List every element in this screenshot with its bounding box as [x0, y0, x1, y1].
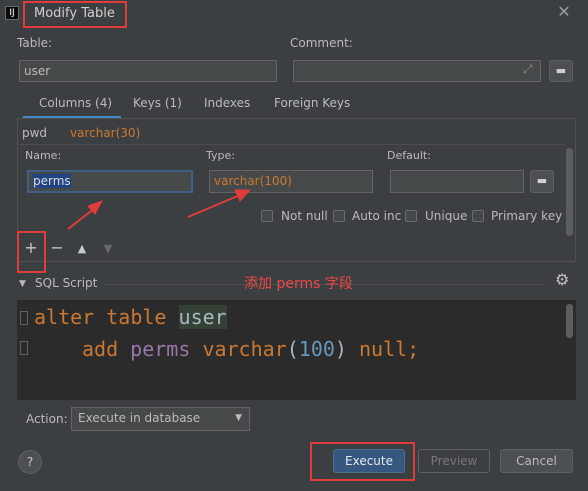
annotation-text: 添加 perms 字段 [244, 276, 353, 292]
annotation-arrows [67, 189, 252, 230]
editor-scrollbar[interactable] [566, 304, 573, 338]
gear-icon[interactable]: ⚙ [555, 270, 569, 289]
chevron-down-icon: ▼ [235, 413, 242, 423]
collapse-icon[interactable]: ▼ [19, 279, 26, 289]
cancel-button[interactable]: Cancel [500, 449, 573, 473]
sql-script-label[interactable]: SQL Script [35, 276, 97, 290]
sql-line-1: alter table user [34, 305, 227, 329]
preview-button[interactable]: Preview [418, 449, 490, 473]
fold-marker-top[interactable] [20, 311, 28, 325]
action-label: Action: [26, 412, 68, 426]
sql-line-2: add perms varchar(100) null; [82, 337, 420, 361]
help-button[interactable]: ? [18, 450, 42, 474]
arrow-to-name-field [67, 200, 104, 230]
execute-button[interactable]: Execute [333, 449, 405, 473]
action-select[interactable]: Execute in database ▼ [71, 407, 250, 431]
fold-marker-bottom[interactable] [20, 341, 28, 355]
action-selected-value: Execute in database [78, 411, 201, 425]
arrow-to-type-field [187, 189, 252, 218]
